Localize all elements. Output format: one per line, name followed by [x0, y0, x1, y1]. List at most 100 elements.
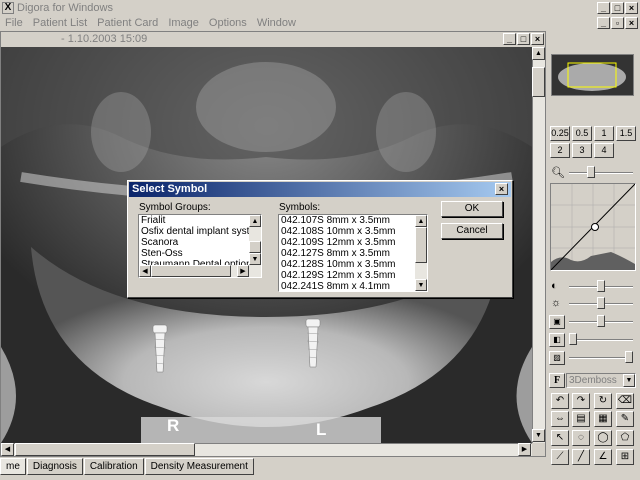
text-icon[interactable]: ⊞	[616, 449, 634, 465]
polygon-icon[interactable]: ⬠	[616, 430, 634, 446]
groups-scroll-thumb[interactable]	[249, 241, 261, 253]
symbol-group-item[interactable]: Sten-Oss	[139, 248, 249, 259]
pencil-icon[interactable]: ✎	[616, 411, 634, 427]
filter-button[interactable]: F	[549, 373, 565, 388]
scroll-left-icon[interactable]: ◀	[1, 443, 14, 456]
sharpen-slider-knob[interactable]	[597, 315, 605, 327]
select-symbol-dialog: Select Symbol × Symbol Groups: Symbols: …	[127, 180, 513, 298]
groups-scroll-down-icon[interactable]: ▼	[249, 253, 261, 265]
groups-scroll-left-icon[interactable]: ◀	[139, 265, 151, 277]
invert-slider-knob[interactable]	[569, 333, 577, 345]
symbol-group-item[interactable]: Osfix dental implant systems	[139, 226, 261, 237]
horizontal-scrollbar[interactable]: ◀ ▶	[1, 443, 532, 456]
menu-window[interactable]: Window	[252, 17, 301, 29]
invert-icon[interactable]: ◧	[549, 333, 565, 347]
emboss-icon[interactable]: ▨	[549, 351, 565, 365]
zoom-button[interactable]: 3	[572, 143, 592, 158]
ellipse-icon[interactable]: ◯	[594, 430, 612, 446]
symbol-groups-label: Symbol Groups:	[139, 202, 211, 213]
doc-restore-icon[interactable]: ▫	[611, 17, 624, 29]
dialog-title-bar: Select Symbol ×	[129, 182, 511, 197]
vertical-scroll-thumb[interactable]	[532, 67, 545, 97]
minimize-icon[interactable]: _	[597, 2, 610, 14]
rotate-left-icon[interactable]: ↶	[551, 393, 569, 409]
scroll-right-icon[interactable]: ▶	[518, 443, 531, 456]
angle-icon[interactable]: ∠	[594, 449, 612, 465]
symbols-scroll-thumb[interactable]	[415, 227, 427, 263]
symbol-group-item[interactable]: Scanora	[139, 237, 249, 248]
zoom-button[interactable]: 0.5	[572, 126, 592, 141]
measure-icon[interactable]: ⟋	[551, 449, 569, 465]
app-title-bar: X Digora for Windows	[0, 0, 640, 15]
doc-close-icon[interactable]: ×	[625, 17, 638, 29]
horizontal-scroll-thumb[interactable]	[15, 443, 195, 456]
rotate-right-icon[interactable]: ↷	[572, 393, 590, 409]
app-icon: X	[2, 1, 14, 14]
gamma-curve[interactable]	[550, 183, 636, 271]
filter-dropdown[interactable]: 3Demboss ▼	[566, 373, 636, 388]
brightness-slider-knob[interactable]	[597, 297, 605, 309]
lasso-icon[interactable]: ◌	[572, 430, 590, 446]
tab-home[interactable]: me	[0, 458, 26, 475]
menu-patient-card[interactable]: Patient Card	[92, 17, 163, 29]
thumbnail-preview[interactable]	[551, 54, 634, 96]
emboss-slider-track[interactable]	[569, 357, 633, 359]
tab-density-measurement[interactable]: Density Measurement	[144, 458, 254, 475]
image-close-icon[interactable]: ×	[531, 33, 544, 45]
scroll-up-icon[interactable]: ▲	[532, 47, 545, 60]
dialog-close-icon[interactable]: ×	[495, 183, 508, 195]
symbols-vscroll[interactable]: ▲ ▼	[415, 215, 427, 291]
zoom-slider-track[interactable]	[569, 172, 633, 174]
vertical-scrollbar[interactable]: ▲ ▼	[532, 47, 545, 443]
menu-image[interactable]: Image	[163, 17, 204, 29]
symbol-item[interactable]: 042.108S 10mm x 3.5mm	[279, 226, 415, 237]
symbol-item[interactable]: 042.109S 12mm x 3.5mm	[279, 237, 415, 248]
symbol-item[interactable]: 042.129S 12mm x 3.5mm	[279, 270, 415, 281]
groups-scroll-up-icon[interactable]: ▲	[249, 215, 261, 227]
close-icon[interactable]: ×	[625, 2, 638, 14]
menu-file[interactable]: File	[0, 17, 28, 29]
line-icon[interactable]: ╱	[572, 449, 590, 465]
symbols-scroll-down-icon[interactable]: ▼	[415, 279, 427, 291]
pointer-icon[interactable]: ↖	[551, 430, 569, 446]
zoom-button[interactable]: 0.25	[550, 126, 570, 141]
ok-button[interactable]: OK	[441, 201, 503, 217]
doc-minimize-icon[interactable]: _	[597, 17, 610, 29]
symbol-item[interactable]: 042.107S 8mm x 3.5mm	[279, 215, 415, 226]
symbol-item[interactable]: 042.241S 8mm x 4.1mm	[279, 281, 415, 291]
contrast-slider-knob[interactable]	[597, 280, 605, 292]
rotate-180-icon[interactable]: ↻	[594, 393, 612, 409]
groups-hscroll[interactable]: ◀ ▶	[139, 265, 261, 277]
zoom-button[interactable]: 4	[594, 143, 614, 158]
invert-slider-track[interactable]	[569, 339, 633, 341]
groups-hscroll-thumb[interactable]	[151, 265, 231, 277]
groups-vscroll[interactable]: ▲ ▼	[249, 215, 261, 265]
sharpen-icon[interactable]: ▣	[549, 315, 565, 329]
tab-calibration[interactable]: Calibration	[83, 458, 144, 475]
save-icon[interactable]: ▤	[572, 411, 590, 427]
symbol-groups-list[interactable]: Frialit Osfix dental implant systems Scano…	[138, 214, 262, 278]
maximize-icon[interactable]: □	[611, 2, 624, 14]
emboss-slider-knob[interactable]	[625, 351, 633, 363]
zoom-slider-knob[interactable]	[587, 166, 595, 178]
symbol-item[interactable]: 042.128S 10mm x 3.5mm	[279, 259, 415, 270]
grid-icon[interactable]: ▦	[594, 411, 612, 427]
menu-patient-list[interactable]: Patient List	[28, 17, 92, 29]
symbols-scroll-up-icon[interactable]: ▲	[415, 215, 427, 227]
groups-scroll-right-icon[interactable]: ▶	[237, 265, 249, 277]
zoom-button[interactable]: 2	[550, 143, 570, 158]
zoom-button[interactable]: 1.5	[616, 126, 636, 141]
eraser-icon[interactable]: ⌫	[616, 393, 634, 409]
image-minimize-icon[interactable]: _	[503, 33, 516, 45]
chevron-down-icon[interactable]: ▼	[623, 374, 635, 387]
scroll-down-icon[interactable]: ▼	[532, 429, 545, 442]
cancel-button[interactable]: Cancel	[441, 223, 503, 239]
symbol-group-item[interactable]: Frialit	[139, 215, 249, 226]
symbols-list[interactable]: 042.107S 8mm x 3.5mm 042.108S 10mm x 3.5m…	[278, 214, 428, 292]
menu-options[interactable]: Options	[204, 17, 252, 29]
image-maximize-icon[interactable]: □	[517, 33, 530, 45]
tab-diagnosis[interactable]: Diagnosis	[26, 458, 83, 475]
symbol-item[interactable]: 042.127S 8mm x 3.5mm	[279, 248, 415, 259]
zoom-button[interactable]: 1	[594, 126, 614, 141]
flip-horizontal-icon[interactable]: ⇔	[551, 411, 569, 427]
